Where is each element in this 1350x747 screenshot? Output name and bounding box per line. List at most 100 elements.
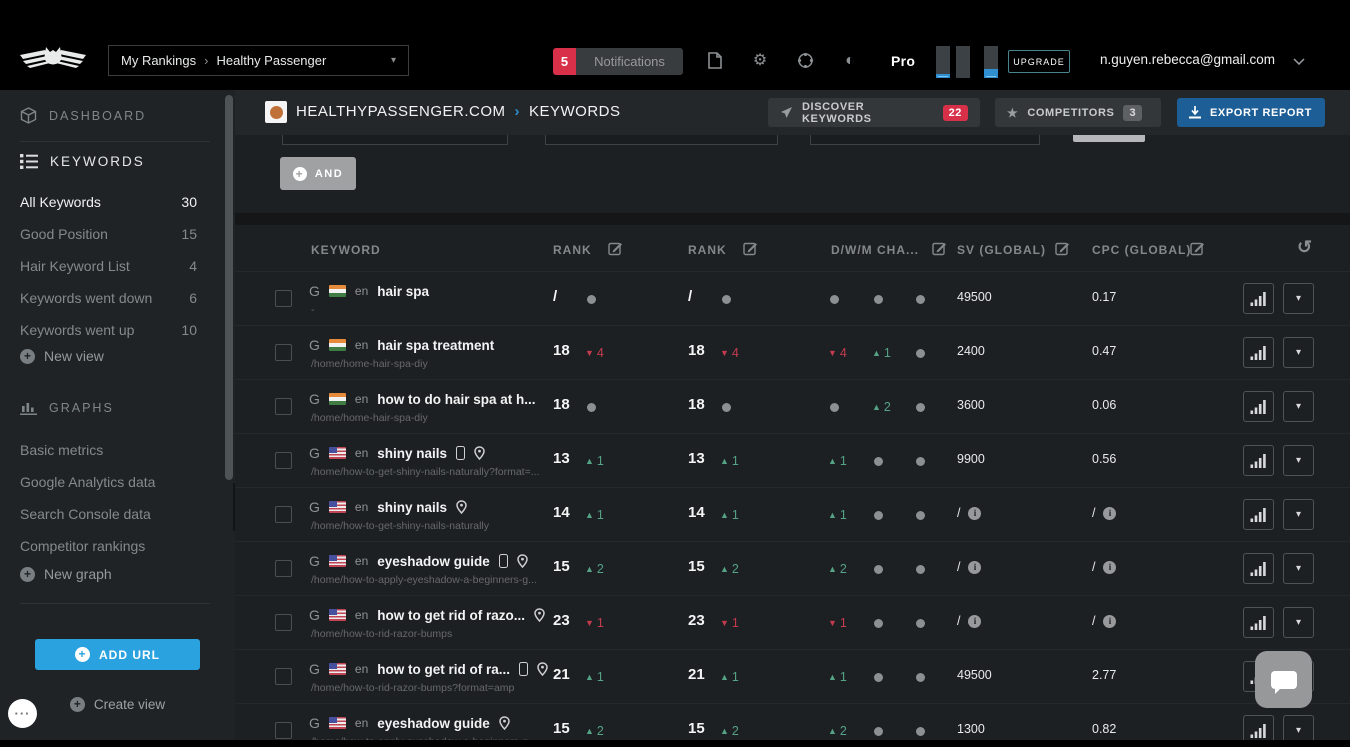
rank-value-2: 18 bbox=[688, 342, 705, 359]
keyword-link[interactable]: eyeshadow guide bbox=[377, 554, 490, 569]
row-actions-dropdown-button[interactable]: ▾ bbox=[1283, 283, 1314, 314]
row-checkbox[interactable] bbox=[275, 398, 292, 415]
new-view-button[interactable]: + New view bbox=[20, 348, 104, 364]
edit-column-icon[interactable] bbox=[932, 241, 947, 256]
sidebar-graph-item-2[interactable]: Search Console data bbox=[0, 498, 235, 530]
keyword-filter-input[interactable] bbox=[282, 135, 508, 145]
sidebar-graph-item-3[interactable]: Competitor rankings bbox=[0, 530, 235, 562]
edit-column-icon[interactable] bbox=[608, 241, 623, 256]
sidebar-view-item-1[interactable]: Good Position15 bbox=[0, 218, 235, 250]
row-actions-dropdown-button[interactable]: ▾ bbox=[1283, 337, 1314, 368]
column-header-cpc-global[interactable]: CPC (GLOBAL) bbox=[1092, 243, 1191, 257]
sidebar-view-item-0[interactable]: All Keywords30 bbox=[0, 186, 235, 218]
table-row-0: Genhair spa-//495000.17▾ bbox=[235, 271, 1350, 325]
column-header-rank-2[interactable]: RANK bbox=[688, 243, 727, 257]
info-icon[interactable]: i bbox=[1103, 561, 1116, 574]
edit-column-icon[interactable] bbox=[743, 241, 758, 256]
document-icon[interactable] bbox=[706, 52, 724, 70]
metric-value: / bbox=[1092, 560, 1095, 574]
keyword-link[interactable]: eyeshadow guide bbox=[377, 716, 490, 731]
row-checkbox[interactable] bbox=[275, 614, 292, 631]
info-icon[interactable]: i bbox=[1103, 507, 1116, 520]
sidebar-view-item-3[interactable]: Keywords went down6 bbox=[0, 282, 235, 314]
row-history-button[interactable] bbox=[1243, 391, 1274, 422]
row-checkbox[interactable] bbox=[275, 722, 292, 739]
sidebar-item-keywords[interactable]: KEYWORDS bbox=[20, 154, 145, 169]
upgrade-button[interactable]: UPGRADE bbox=[1008, 50, 1070, 73]
keyword-link[interactable]: hair spa treatment bbox=[377, 338, 494, 353]
plus-circle-icon: + bbox=[20, 349, 35, 364]
row-checkbox[interactable] bbox=[275, 506, 292, 523]
chat-widget-button[interactable] bbox=[1255, 651, 1312, 708]
sidebar-view-item-2[interactable]: Hair Keyword List4 bbox=[0, 250, 235, 282]
column-header-keyword[interactable]: KEYWORD bbox=[311, 243, 381, 257]
info-icon[interactable]: i bbox=[968, 615, 981, 628]
keyword-link[interactable]: how to do hair spa at h... bbox=[377, 392, 535, 407]
row-history-button[interactable] bbox=[1243, 607, 1274, 638]
new-graph-button[interactable]: + New graph bbox=[20, 566, 112, 582]
account-menu[interactable]: n.guyen.rebecca@gmail.com bbox=[1100, 52, 1275, 67]
project-breadcrumb-dropdown[interactable]: My Rankings › Healthy Passenger ▾ bbox=[108, 45, 409, 76]
gear-icon[interactable]: ⚙ bbox=[751, 52, 769, 70]
row-history-button[interactable] bbox=[1243, 553, 1274, 584]
info-icon[interactable]: i bbox=[968, 561, 981, 574]
export-report-button[interactable]: EXPORT REPORT bbox=[1177, 98, 1325, 127]
row-checkbox[interactable] bbox=[275, 560, 292, 577]
row-actions-dropdown-button[interactable]: ▾ bbox=[1283, 607, 1314, 638]
row-history-button[interactable] bbox=[1243, 283, 1274, 314]
caret-down-icon: ▾ bbox=[1296, 509, 1301, 520]
notifications-button[interactable]: Notifications bbox=[576, 48, 683, 75]
info-icon[interactable]: i bbox=[1103, 615, 1116, 628]
row-actions-dropdown-button[interactable]: ▾ bbox=[1283, 391, 1314, 422]
row-checkbox[interactable] bbox=[275, 344, 292, 361]
contrast-icon[interactable]: ◐ bbox=[841, 52, 859, 70]
keyword-link[interactable]: how to get rid of razo... bbox=[377, 608, 525, 623]
column-header-sv-global[interactable]: SV (GLOBAL) bbox=[957, 243, 1046, 257]
up-arrow-icon: ▲ bbox=[872, 402, 881, 412]
discover-keywords-button[interactable]: DISCOVER KEYWORDS 22 bbox=[768, 98, 980, 127]
change-value: 4 bbox=[840, 346, 847, 360]
column-header-dwm-change[interactable]: D/W/M CHA... bbox=[831, 243, 919, 257]
keyword-link[interactable]: hair spa bbox=[377, 284, 429, 299]
no-change-dot bbox=[914, 288, 925, 310]
change-value: 1 bbox=[597, 670, 604, 684]
row-checkbox[interactable] bbox=[275, 452, 292, 469]
sidebar-item-graphs[interactable]: GRAPHS bbox=[20, 400, 114, 415]
column-header-rank-1[interactable]: RANK bbox=[553, 243, 592, 257]
rank-change-down: ▼4 bbox=[828, 342, 847, 364]
add-url-button[interactable]: + ADD URL bbox=[35, 639, 200, 670]
edit-column-icon[interactable] bbox=[1190, 241, 1205, 256]
new-view-label: New view bbox=[44, 348, 104, 364]
value-filter-input[interactable] bbox=[810, 135, 1040, 145]
down-arrow-icon: ▼ bbox=[720, 618, 729, 628]
keyword-link[interactable]: how to get rid of ra... bbox=[377, 662, 510, 677]
sidebar-graph-item-1[interactable]: Google Analytics data bbox=[0, 466, 235, 498]
row-history-button[interactable] bbox=[1243, 337, 1274, 368]
sidebar-view-item-4[interactable]: Keywords went up10 bbox=[0, 314, 235, 346]
sidebar-item-dashboard[interactable]: DASHBOARD bbox=[20, 107, 146, 124]
keyword-url: /home/home-hair-spa-diy bbox=[311, 412, 428, 424]
row-checkbox[interactable] bbox=[275, 290, 292, 307]
row-actions-dropdown-button[interactable]: ▾ bbox=[1283, 445, 1314, 476]
filter-apply-button-partial[interactable] bbox=[1073, 135, 1145, 142]
rank-change-down: ▼4 bbox=[585, 342, 604, 364]
row-checkbox[interactable] bbox=[275, 668, 292, 685]
edit-column-icon[interactable] bbox=[1055, 241, 1070, 256]
keyword-link[interactable]: shiny nails bbox=[377, 500, 447, 515]
no-change-dot bbox=[828, 288, 839, 310]
change-value: 2 bbox=[884, 400, 891, 414]
globe-target-icon[interactable] bbox=[796, 52, 814, 70]
site-domain[interactable]: HEALTHYPASSENGER.COM bbox=[296, 103, 505, 120]
keyword-link[interactable]: shiny nails bbox=[377, 446, 447, 461]
row-history-button[interactable] bbox=[1243, 445, 1274, 476]
reset-columns-icon[interactable]: ↺ bbox=[1297, 237, 1312, 258]
row-history-button[interactable] bbox=[1243, 499, 1274, 530]
competitors-button[interactable]: ★ COMPETITORS 3 bbox=[995, 98, 1161, 127]
info-icon[interactable]: i bbox=[968, 507, 981, 520]
and-filter-button[interactable]: + AND bbox=[280, 157, 356, 190]
row-actions-dropdown-button[interactable]: ▾ bbox=[1283, 553, 1314, 584]
sidebar-graph-item-0[interactable]: Basic metrics bbox=[0, 434, 235, 466]
chat-launcher-dots[interactable]: ··· bbox=[8, 699, 37, 728]
row-actions-dropdown-button[interactable]: ▾ bbox=[1283, 499, 1314, 530]
condition-filter-input[interactable] bbox=[545, 135, 778, 145]
